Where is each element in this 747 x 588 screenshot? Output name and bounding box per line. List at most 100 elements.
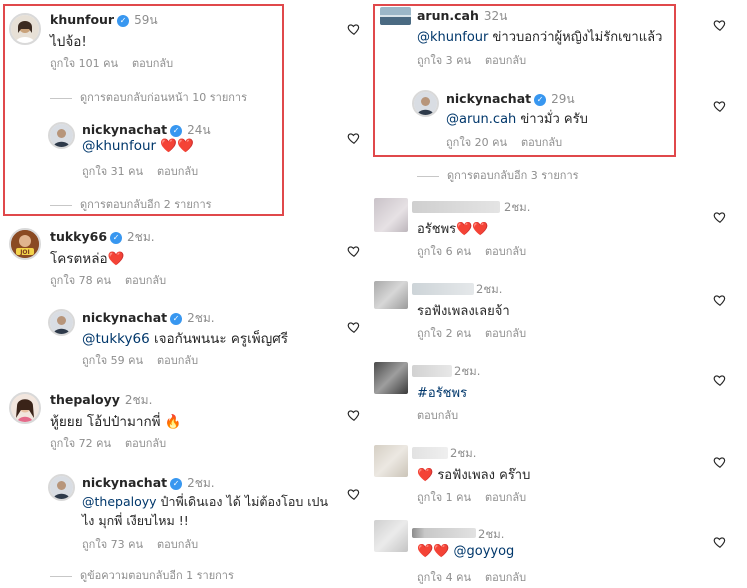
reply-button[interactable]: ตอบกลับ <box>417 409 458 422</box>
avatar[interactable] <box>48 122 75 149</box>
username-text[interactable]: thepaloyy <box>50 392 120 407</box>
mention-link[interactable]: @thepaloyy <box>82 494 157 509</box>
avatar[interactable] <box>412 90 439 117</box>
comment-meta: ถูกใจ 72 คน ตอบกลับ <box>50 434 166 452</box>
mention-link[interactable]: @goyyog <box>449 544 515 559</box>
avatar[interactable] <box>9 13 41 45</box>
comment-text: โครตหล่อ❤️ <box>50 251 125 267</box>
comment-username[interactable]: arun.cah 32น <box>417 7 507 26</box>
like-count[interactable]: ถูกใจ 4 คน <box>417 571 471 584</box>
like-heart-icon[interactable] <box>713 293 727 307</box>
view-more-replies[interactable]: ดูการตอบกลับอีก 2 รายการ <box>50 195 212 213</box>
username-text[interactable]: khunfour <box>50 12 114 27</box>
reply-button[interactable]: ตอบกลับ <box>485 327 526 340</box>
mention-link[interactable]: @khunfour <box>82 138 156 154</box>
username-text[interactable]: nickynachat <box>82 122 167 137</box>
hashtag-link[interactable]: #อรัชพร <box>417 382 467 403</box>
like-count[interactable]: ถูกใจ 78 คน <box>50 274 111 287</box>
verified-badge-icon: ✓ <box>170 478 183 490</box>
comment-text: หู้ยยย โอ้ปป๋ามากพี่ 🔥 <box>50 414 182 430</box>
like-count[interactable]: ถูกใจ 73 คน <box>82 538 143 551</box>
avatar[interactable] <box>48 309 75 336</box>
comment-time: 2ชม. <box>127 230 155 244</box>
verified-badge-icon: ✓ <box>534 94 547 106</box>
username-text[interactable]: nickynachat <box>82 310 167 325</box>
reply-button[interactable]: ตอบกลับ <box>157 354 198 367</box>
comment-meta: ถูกใจ 1 คน ตอบกลับ <box>417 488 526 506</box>
reply-button[interactable]: ตอบกลับ <box>157 165 198 178</box>
like-heart-icon[interactable] <box>713 18 727 32</box>
comment-username[interactable]: khunfour ✓ 59น <box>50 11 158 30</box>
reply-text: @khunfour ❤️❤️ <box>82 138 194 154</box>
comment-text: ❤️ รอฟังเพลง คร๊าบ <box>417 468 531 483</box>
reply-text-line2: ไง มุกพี่ เงียบไหม !! <box>82 513 189 528</box>
heart-emoji: ❤️❤️ <box>456 222 489 237</box>
view-previous-replies[interactable]: ดูการตอบกลับก่อนหน้า 10 รายการ <box>50 88 247 106</box>
reply-button[interactable]: ตอบกลับ <box>485 54 526 67</box>
like-count[interactable]: ถูกใจ 6 คน <box>417 245 471 258</box>
like-heart-icon[interactable] <box>713 99 727 113</box>
reply-button[interactable]: ตอบกลับ <box>125 437 166 450</box>
like-heart-icon[interactable] <box>713 210 727 224</box>
reply-button[interactable]: ตอบกลับ <box>521 136 562 149</box>
like-count[interactable]: ถูกใจ 20 คน <box>446 136 507 149</box>
username-text[interactable]: nickynachat <box>82 475 167 490</box>
reply-username[interactable]: nickynachat ✓ 2ชม. <box>82 474 215 493</box>
reply-username[interactable]: nickynachat ✓ 29น <box>446 90 575 109</box>
reply-button[interactable]: ตอบกลับ <box>485 571 526 584</box>
reply-button[interactable]: ตอบกลับ <box>132 57 173 70</box>
view-more-replies[interactable]: ดูข้อความตอบกลับอีก 1 รายการ <box>50 566 234 584</box>
like-heart-icon[interactable] <box>713 455 727 469</box>
reply-username[interactable]: nickynachat ✓ 2ชม. <box>82 309 215 328</box>
username-text[interactable]: nickynachat <box>446 91 531 106</box>
like-heart-icon[interactable] <box>347 320 361 334</box>
comment-time: 2ชม. <box>454 364 481 378</box>
reply-button[interactable]: ตอบกลับ <box>157 538 198 551</box>
view-more-replies[interactable]: ดูการตอบกลับอีก 3 รายการ <box>417 166 579 184</box>
avatar-photo-icon: JOI <box>11 230 39 258</box>
comment-text: ไปจ้อ! <box>50 34 87 50</box>
avatar-photo-icon <box>50 476 73 499</box>
like-heart-icon[interactable] <box>347 22 361 36</box>
avatar[interactable] <box>9 392 41 424</box>
username-text[interactable]: tukky66 <box>50 229 107 244</box>
comment-meta: ถูกใจ 6 คน ตอบกลับ <box>417 242 526 260</box>
comment-text: @khunfour ข่าวบอกว่าผู้หญิงไม่รักเขาแล้ว <box>417 30 663 45</box>
like-heart-icon[interactable] <box>347 244 361 258</box>
like-heart-icon[interactable] <box>713 373 727 387</box>
comment-meta: ถูกใจ 31 คน ตอบกลับ <box>82 162 198 180</box>
like-count[interactable]: ถูกใจ 2 คน <box>417 327 471 340</box>
comment-time: 2ชม. <box>476 282 503 296</box>
like-heart-icon[interactable] <box>347 487 361 501</box>
mention-link[interactable]: @arun.cah <box>446 112 516 127</box>
like-count[interactable]: ถูกใจ 101 คน <box>50 57 118 70</box>
reply-button[interactable]: ตอบกลับ <box>125 274 166 287</box>
divider-line <box>50 204 72 206</box>
comment-username[interactable]: thepaloyy 2ชม. <box>50 391 152 410</box>
like-count[interactable]: ถูกใจ 31 คน <box>82 165 143 178</box>
avatar[interactable] <box>48 474 75 501</box>
comment-username[interactable]: tukky66 ✓ 2ชม. <box>50 228 155 247</box>
avatar[interactable] <box>380 7 411 25</box>
like-count[interactable]: ถูกใจ 59 คน <box>82 354 143 367</box>
heart-emoji: ❤️ <box>107 251 125 267</box>
comment-meta: ถูกใจ 73 คน ตอบกลับ <box>82 535 198 553</box>
avatar-photo-icon <box>11 394 39 422</box>
username-text[interactable]: arun.cah <box>417 8 479 23</box>
reply-button[interactable]: ตอบกลับ <box>485 491 526 504</box>
like-heart-icon[interactable] <box>347 408 361 422</box>
heart-emoji: ❤️ <box>417 468 434 483</box>
avatar[interactable]: JOI <box>9 228 41 260</box>
mention-link[interactable]: @khunfour <box>417 30 488 45</box>
mention-link[interactable]: @tukky66 <box>82 331 150 347</box>
blurred-username <box>412 283 474 295</box>
like-heart-icon[interactable] <box>713 535 727 549</box>
verified-badge-icon: ✓ <box>170 125 183 137</box>
like-count[interactable]: ถูกใจ 72 คน <box>50 437 111 450</box>
avatar-photo-icon <box>50 311 73 334</box>
like-count[interactable]: ถูกใจ 3 คน <box>417 54 471 67</box>
divider-line <box>417 175 439 177</box>
reply-button[interactable]: ตอบกลับ <box>485 245 526 258</box>
like-count[interactable]: ถูกใจ 1 คน <box>417 491 471 504</box>
like-heart-icon[interactable] <box>347 131 361 145</box>
